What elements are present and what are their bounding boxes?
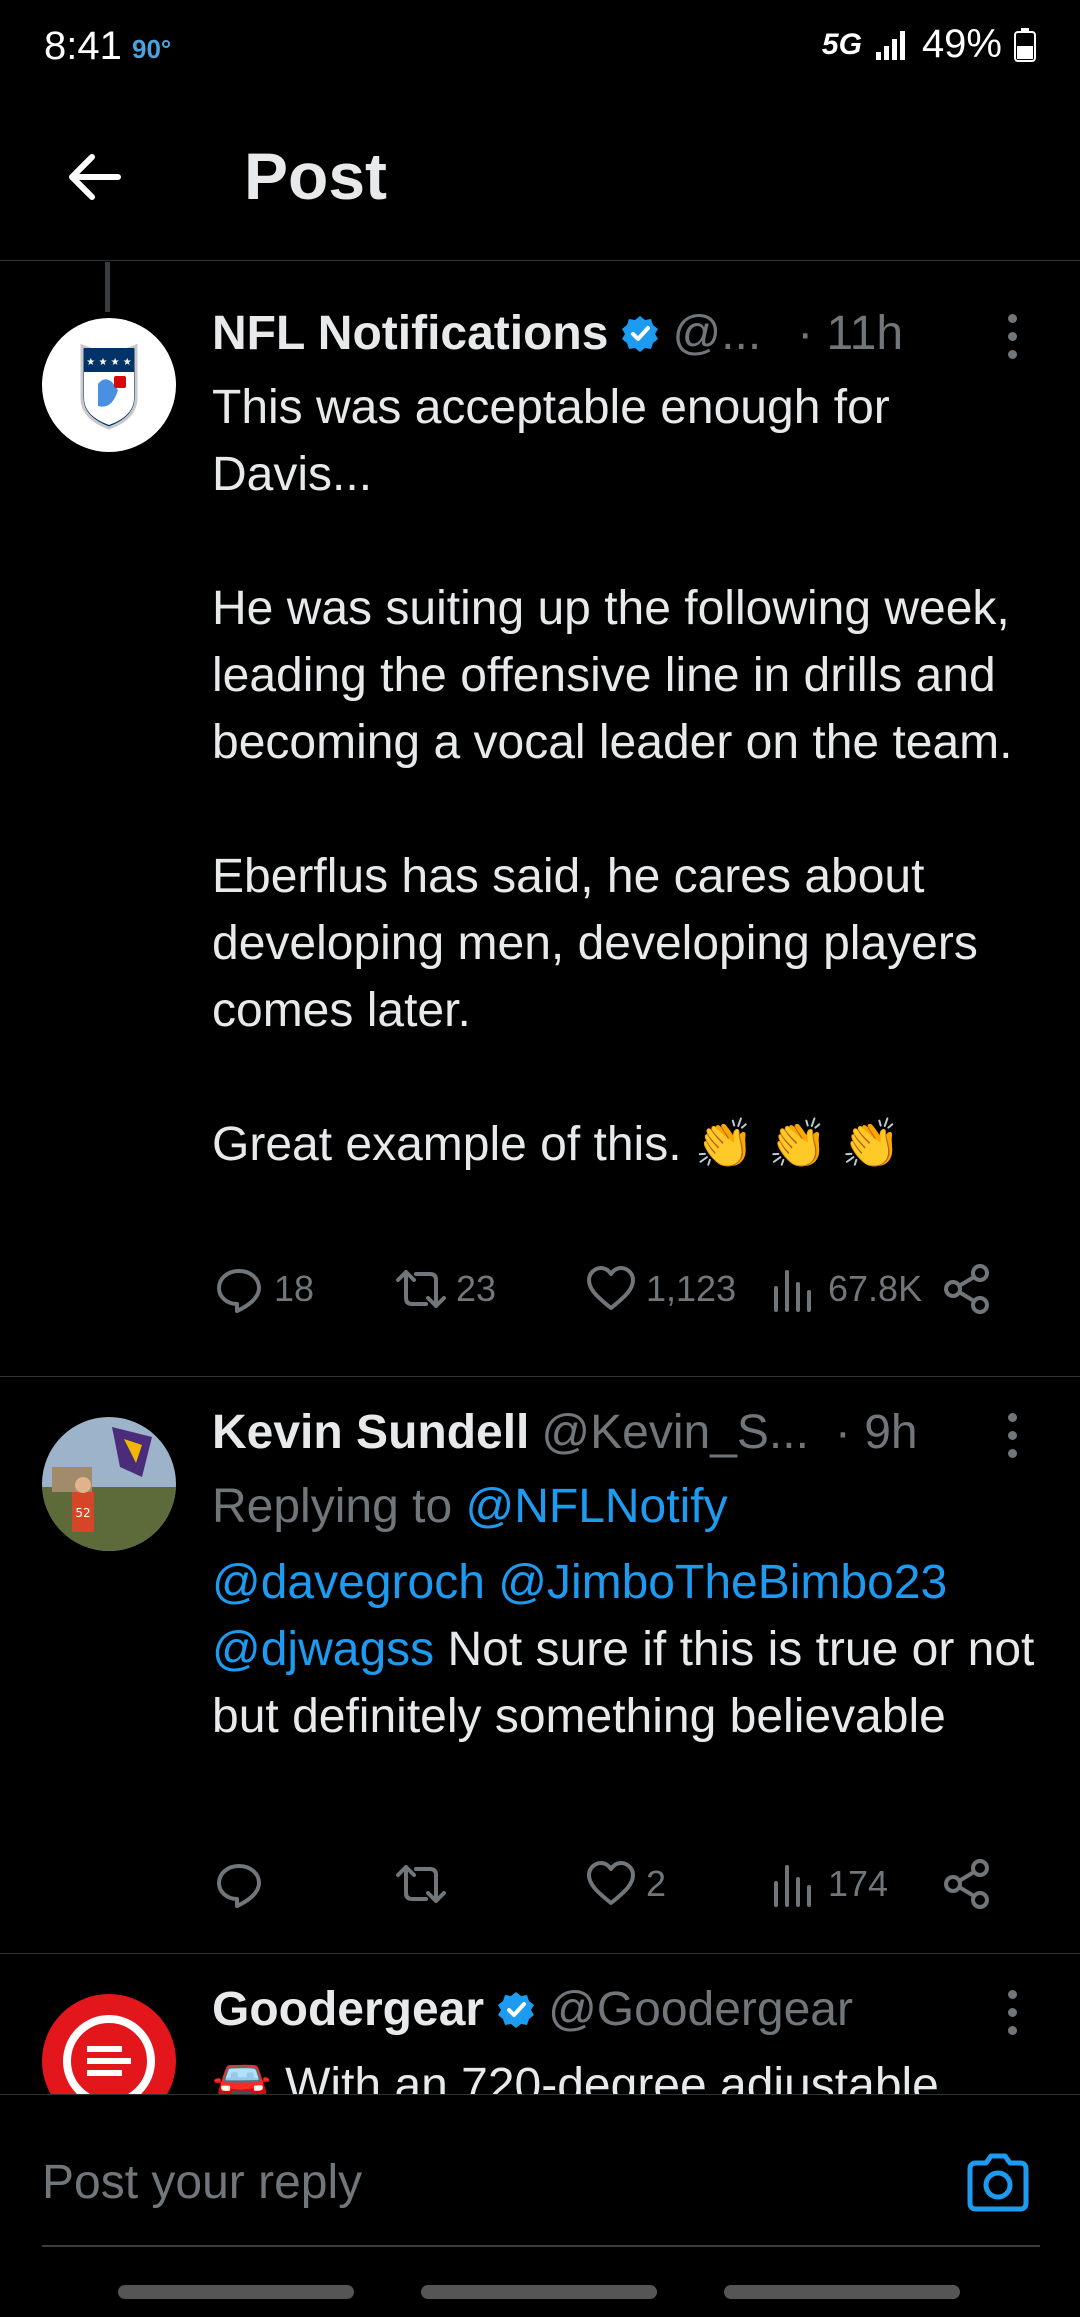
post-actions: 18 23 1,123 67.8K: [212, 1262, 1012, 1332]
camera-icon[interactable]: [962, 2147, 1034, 2219]
post-goodergear[interactable]: Goodergear @Goodergear 🚘 With an 720-deg…: [0, 1954, 1080, 2094]
display-name[interactable]: Goodergear: [212, 1982, 484, 2037]
status-right: 5G 49%: [822, 22, 1036, 67]
reply-button[interactable]: [212, 1857, 274, 1911]
svg-text:★ ★ ★ ★: ★ ★ ★ ★: [86, 357, 131, 368]
gesture-nav-pill[interactable]: [118, 2285, 354, 2299]
goodergear-logo: [63, 2015, 155, 2094]
views-button[interactable]: 67.8K: [766, 1262, 922, 1316]
network-label: 5G: [821, 27, 862, 61]
reply-underline: [42, 2245, 1040, 2247]
post-paragraph: This was acceptable enough for Davis...: [212, 381, 890, 501]
post-kevin-sundell[interactable]: 52 Kevin Sundell @Kevin_S... · 9h Replyi…: [0, 1377, 1080, 1954]
reply-icon: [217, 1864, 261, 1908]
svg-text:52: 52: [75, 1506, 90, 1520]
views-chart-icon: [774, 1865, 811, 1907]
status-time: 8:41: [44, 24, 122, 68]
avatar-nfl-notifications[interactable]: ★ ★ ★ ★: [42, 318, 176, 452]
post-paragraph: Great example of this. 👏 👏 👏: [212, 1118, 901, 1171]
nfl-shield-logo: ★ ★ ★ ★: [80, 343, 138, 430]
mention-link[interactable]: @djwagss: [212, 1623, 434, 1676]
views-button[interactable]: 174: [766, 1857, 888, 1911]
repost-count: 23: [456, 1268, 497, 1309]
more-options-icon[interactable]: [992, 1990, 1032, 2050]
replying-to-link[interactable]: @NFLNotify: [465, 1480, 727, 1533]
post-body: @davegroch @JimboTheBimbo23 @djwagss Not…: [212, 1549, 1052, 1750]
mention-link[interactable]: @davegroch: [212, 1556, 485, 1609]
reply-input[interactable]: Post your reply: [42, 2155, 362, 2210]
page-title: Post: [244, 139, 388, 213]
repost-icon: [396, 1865, 446, 1903]
post-time: · 9h: [834, 1406, 918, 1459]
like-count: 2: [646, 1863, 667, 1904]
post-nfl-notifications[interactable]: ★ ★ ★ ★ NFL Notifications @... · 11h Thi…: [0, 262, 1080, 1377]
back-arrow-icon[interactable]: [60, 142, 130, 212]
top-app-bar: Post: [0, 120, 1080, 261]
replying-to-line: Replying to @NFLNotify: [212, 1473, 1052, 1540]
heart-icon: [587, 1266, 635, 1310]
like-button[interactable]: 1,123: [584, 1262, 736, 1316]
signal-icon: [875, 30, 905, 60]
repost-button[interactable]: [394, 1857, 456, 1911]
share-icon: [944, 1264, 989, 1314]
battery-icon: [1014, 27, 1036, 62]
avatar-goodergear[interactable]: [42, 1994, 176, 2094]
handle[interactable]: @...: [672, 306, 761, 361]
share-button[interactable]: [940, 1857, 994, 1911]
view-count: 67.8K: [828, 1268, 923, 1309]
avatar-kevin-sundell[interactable]: 52: [42, 1417, 176, 1551]
post-body: 🚘 With an 720-degree adjustable: [212, 2059, 939, 2094]
repost-button[interactable]: 23: [394, 1262, 496, 1316]
handle[interactable]: @Kevin_S...: [541, 1405, 809, 1460]
more-options-icon[interactable]: [992, 314, 1032, 374]
post-paragraph: He was suiting up the following week, le…: [212, 582, 1013, 769]
post-body: This was acceptable enough for Davis... …: [212, 374, 1052, 1178]
like-button[interactable]: 2: [584, 1857, 666, 1911]
status-bar: 8:41 90° 5G 49%: [0, 0, 1080, 100]
display-name[interactable]: NFL Notifications: [212, 306, 608, 361]
post-header: Goodergear @Goodergear: [212, 1982, 853, 2037]
display-name[interactable]: Kevin Sundell: [212, 1405, 529, 1460]
post-time: · 11h: [797, 307, 904, 360]
like-count: 1,123: [646, 1268, 737, 1309]
gesture-nav-pill[interactable]: [421, 2285, 657, 2299]
post-header: NFL Notifications @... · 11h: [212, 306, 903, 361]
share-button[interactable]: [940, 1262, 994, 1316]
post-header: Kevin Sundell @Kevin_S... · 9h: [212, 1405, 918, 1460]
reply-icon: [217, 1269, 261, 1313]
more-options-icon[interactable]: [992, 1413, 1032, 1473]
reply-composer-bar: Post your reply: [0, 2094, 1080, 2317]
verified-badge-icon: [498, 1991, 535, 2028]
reply-count: 18: [274, 1268, 315, 1309]
status-temperature: 90°: [132, 34, 172, 64]
post-paragraph: Eberflus has said, he cares about develo…: [212, 850, 978, 1037]
replying-to-label: Replying to: [212, 1480, 453, 1533]
repost-icon: [396, 1270, 446, 1308]
share-icon: [944, 1859, 989, 1909]
reply-button[interactable]: 18: [212, 1262, 314, 1316]
profile-photo: 52: [42, 1417, 176, 1551]
post-actions: 2 174: [212, 1857, 1012, 1927]
mention-link[interactable]: @JimboTheBimbo23: [498, 1556, 947, 1609]
handle[interactable]: @Goodergear: [548, 1982, 853, 2037]
battery-percent: 49%: [921, 22, 1002, 66]
gesture-nav-pill[interactable]: [724, 2285, 960, 2299]
views-chart-icon: [774, 1270, 811, 1312]
verified-badge-icon: [622, 315, 659, 352]
view-count: 174: [828, 1863, 889, 1904]
heart-icon: [587, 1861, 635, 1905]
